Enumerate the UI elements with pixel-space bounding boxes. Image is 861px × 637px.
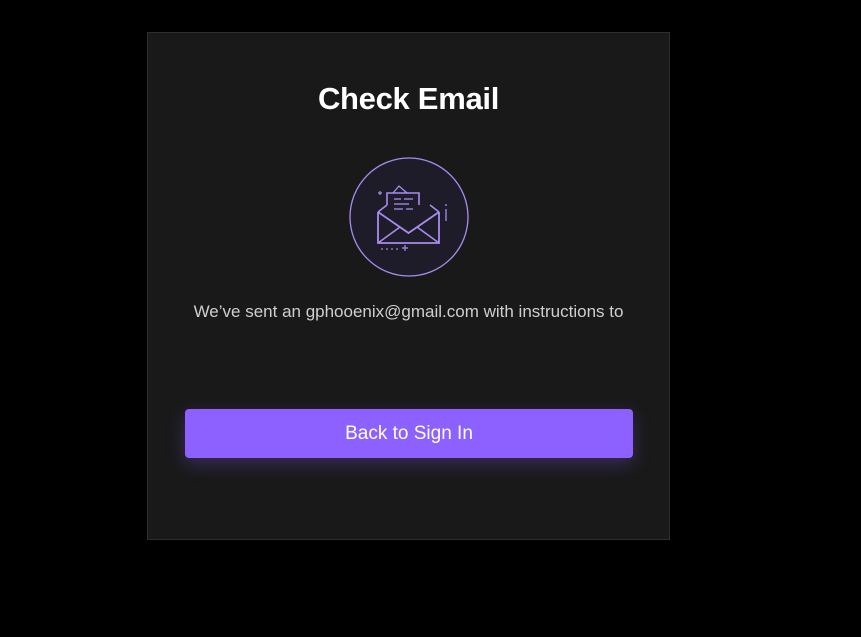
instructions-message: We’ve sent an gphooenix@gmail.com with i… — [193, 302, 624, 321]
page-title: Check Email — [317, 81, 500, 116]
back-to-sign-in-button[interactable]: Back to Sign In — [185, 409, 633, 458]
open-envelope-icon — [349, 157, 469, 277]
check-email-card: Check Email We’ve sent an gphooenix@gmai… — [147, 32, 670, 540]
